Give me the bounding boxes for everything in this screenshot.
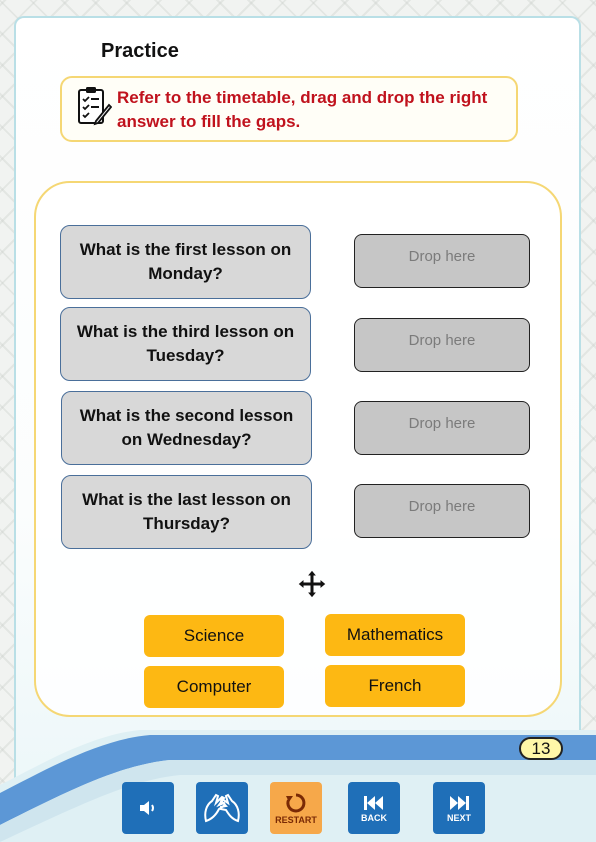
move-cursor-icon — [297, 569, 327, 599]
clipboard-checklist-icon — [78, 87, 112, 126]
question-card-1: What is the first lesson on Monday? — [60, 225, 311, 299]
sign-language-button[interactable] — [196, 782, 248, 834]
audio-button[interactable] — [122, 782, 174, 834]
answer-chip-science[interactable]: Science — [144, 615, 284, 657]
speaker-icon — [140, 801, 154, 815]
page-number-badge: 13 — [519, 737, 563, 760]
restart-icon — [286, 793, 306, 813]
instruction-box: Refer to the timetable, drag and drop th… — [60, 76, 518, 142]
drop-zone-4[interactable]: Drop here — [354, 484, 530, 538]
answer-chip-computer[interactable]: Computer — [144, 666, 284, 708]
restart-label: RESTART — [275, 815, 317, 825]
back-label: BACK — [361, 813, 387, 823]
answer-chip-mathematics[interactable]: Mathematics — [325, 614, 465, 656]
question-card-2: What is the third lesson on Tuesday? — [60, 307, 311, 381]
skip-back-icon — [364, 796, 383, 810]
next-label: NEXT — [446, 813, 471, 823]
next-button[interactable]: NEXT — [433, 782, 485, 834]
answer-chip-french[interactable]: French — [325, 665, 465, 707]
question-card-3: What is the second lesson on Wednesday? — [61, 391, 312, 465]
drop-zone-3[interactable]: Drop here — [354, 401, 530, 455]
question-card-4: What is the last lesson on Thursday? — [61, 475, 312, 549]
page-title: Practice — [101, 40, 179, 62]
drop-zone-1[interactable]: Drop here — [354, 234, 530, 288]
skip-forward-icon — [450, 796, 469, 810]
drop-zone-2[interactable]: Drop here — [354, 318, 530, 372]
restart-button[interactable]: RESTART — [270, 782, 322, 834]
instruction-text: Refer to the timetable, drag and drop th… — [117, 88, 488, 131]
back-button[interactable]: BACK — [348, 782, 400, 834]
sign-language-icon — [204, 793, 240, 823]
